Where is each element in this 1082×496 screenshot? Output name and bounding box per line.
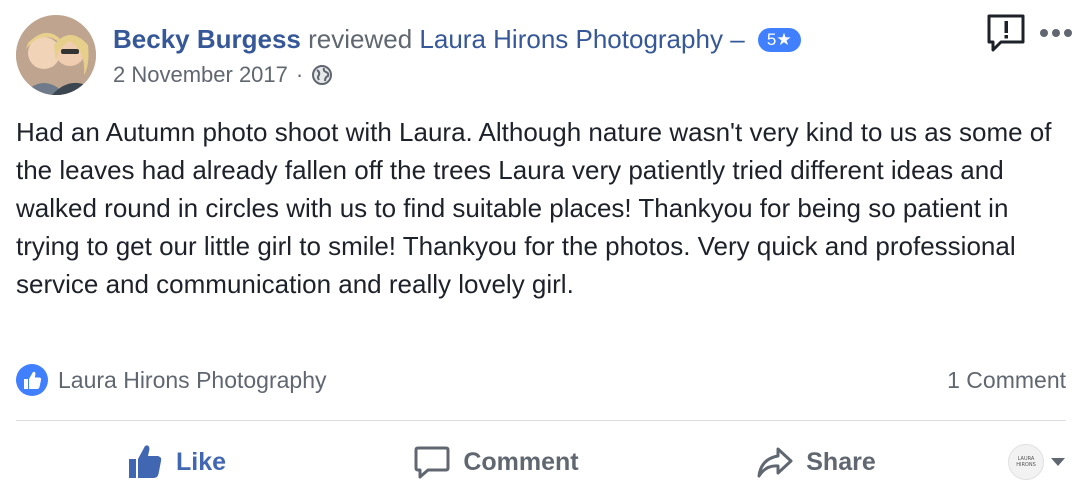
- author-name-link[interactable]: Becky Burgess: [113, 24, 301, 54]
- more-options-icon[interactable]: [1038, 26, 1074, 40]
- share-button[interactable]: Share: [656, 443, 976, 481]
- review-header: Becky Burgess reviewed Laura Hirons Phot…: [113, 22, 801, 56]
- share-arrow-icon: [757, 447, 793, 478]
- page-avatar: LAURA HIRONS: [1008, 444, 1044, 480]
- comment-count-link[interactable]: 1 Comment: [947, 367, 1066, 394]
- page-name-link[interactable]: Laura Hirons Photography: [419, 24, 723, 54]
- action-bar: Like Comment Share LAURA HIRONS: [16, 432, 1066, 492]
- globe-icon[interactable]: [311, 64, 333, 86]
- review-verb: reviewed: [308, 24, 413, 54]
- header-dash: –: [730, 24, 745, 54]
- share-label: Share: [806, 447, 876, 476]
- reactions-summary[interactable]: Laura Hirons Photography: [16, 364, 327, 396]
- reactor-name: Laura Hirons Photography: [58, 366, 327, 393]
- report-icon[interactable]: [985, 12, 1027, 54]
- page-identity-switcher[interactable]: LAURA HIRONS: [976, 444, 1066, 480]
- like-reaction-icon: [16, 364, 48, 396]
- review-meta: 2 November 2017 ·: [113, 60, 333, 90]
- review-text: Had an Autumn photo shoot with Laura. Al…: [16, 117, 1052, 299]
- avatar-photo: [16, 15, 96, 95]
- meta-separator: ·: [295, 62, 304, 87]
- caret-down-icon: [1051, 458, 1065, 466]
- like-label: Like: [175, 447, 227, 476]
- reviewer-avatar[interactable]: [16, 15, 96, 95]
- comment-button[interactable]: Comment: [336, 443, 656, 481]
- comment-label: Comment: [463, 447, 579, 476]
- reaction-stats-row: Laura Hirons Photography 1 Comment: [16, 362, 1066, 398]
- actions-divider: [16, 420, 1066, 421]
- review-date-link[interactable]: 2 November 2017: [113, 60, 288, 90]
- thumbs-up-icon: [128, 445, 162, 478]
- like-button[interactable]: Like: [16, 443, 336, 481]
- comment-bubble-icon: [414, 446, 450, 479]
- rating-badge: 5★: [757, 28, 801, 52]
